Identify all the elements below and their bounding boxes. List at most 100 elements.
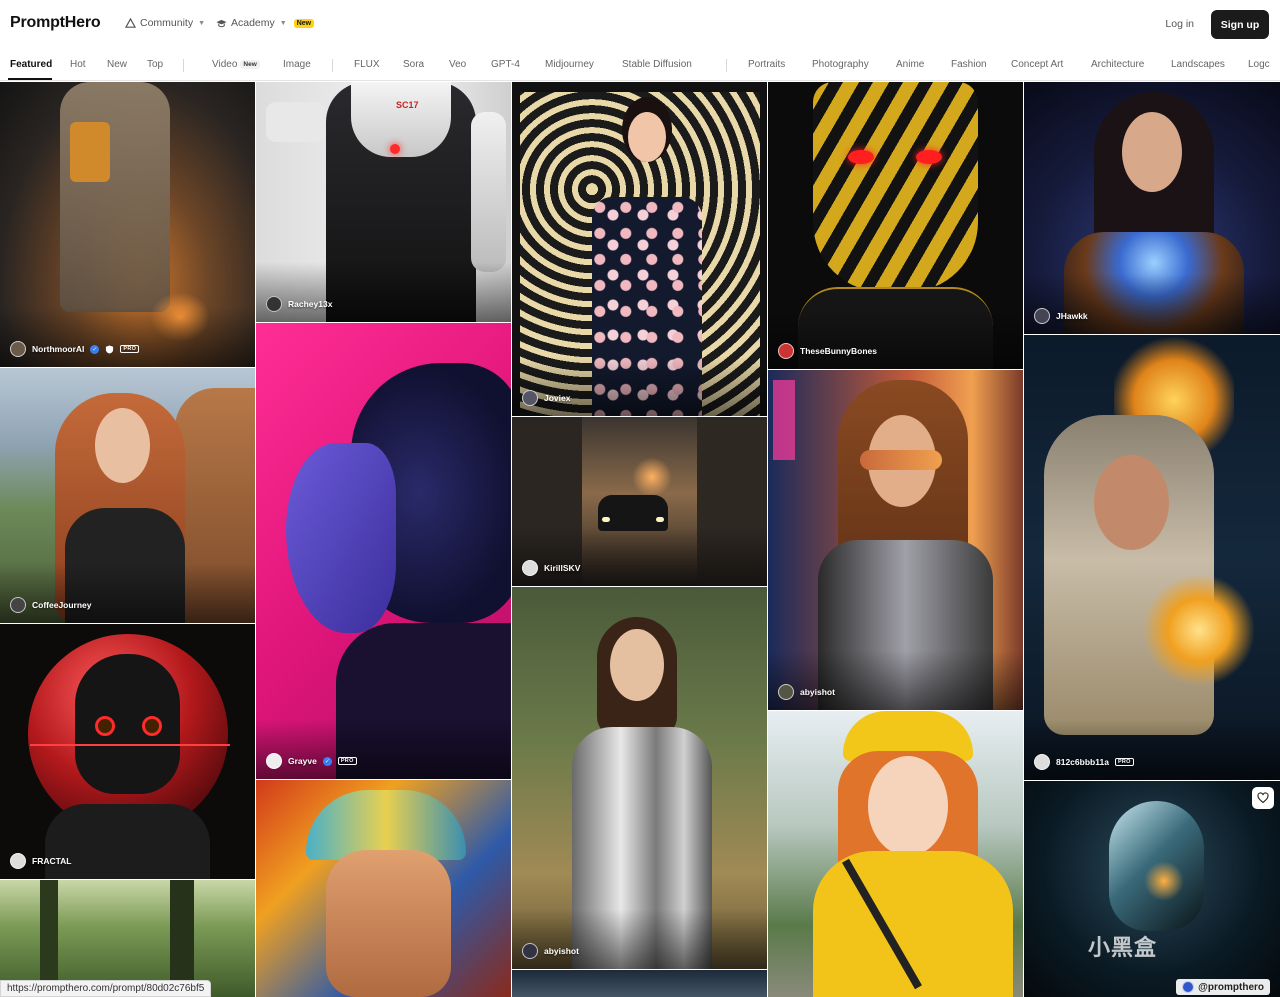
mask-eye-right bbox=[916, 150, 942, 164]
card-shade bbox=[512, 356, 767, 416]
site-logo[interactable]: PromptHero bbox=[10, 14, 101, 32]
tab-veo[interactable]: Veo bbox=[449, 59, 466, 70]
tab-stable-diffusion[interactable]: Stable Diffusion bbox=[622, 59, 692, 70]
image-card-mech[interactable]: NorthmoorAI ✓ PRO bbox=[0, 82, 255, 367]
watermark-text: @prompthero bbox=[1198, 981, 1264, 993]
tab-logos[interactable]: Logc bbox=[1248, 59, 1270, 70]
pro-badge: PRO bbox=[337, 757, 357, 765]
prompthero-watermark: @prompthero bbox=[1176, 979, 1270, 995]
image-card-cyborg[interactable]: SC17 Rachey13x bbox=[256, 82, 511, 322]
headlight bbox=[602, 517, 610, 522]
mech-armor bbox=[70, 122, 110, 182]
image-card-cyberpunk[interactable]: abyishot bbox=[768, 370, 1023, 710]
author-name: KirillSKV bbox=[544, 563, 581, 573]
tab-portraits[interactable]: Portraits bbox=[748, 59, 785, 70]
card-shade bbox=[256, 262, 511, 322]
mask-eye-left bbox=[848, 150, 874, 164]
tab-anime[interactable]: Anime bbox=[896, 59, 924, 70]
avatar bbox=[1034, 308, 1050, 324]
avatar bbox=[10, 597, 26, 613]
tab-featured[interactable]: Featured bbox=[10, 59, 52, 70]
tab-hot[interactable]: Hot bbox=[70, 59, 86, 70]
mech-figure bbox=[60, 82, 170, 312]
avatar bbox=[522, 943, 538, 959]
laser-line bbox=[30, 744, 230, 746]
signup-button[interactable]: Sign up bbox=[1211, 10, 1269, 39]
card-shade bbox=[768, 309, 1023, 369]
card-author[interactable]: abyishot bbox=[778, 684, 835, 700]
card-author[interactable]: abyishot bbox=[522, 943, 579, 959]
avatar bbox=[778, 343, 794, 359]
card-author[interactable]: KirillSKV bbox=[522, 560, 580, 576]
image-card-profile[interactable]: Grayve ✓ PRO bbox=[256, 323, 511, 779]
tab-sora[interactable]: Sora bbox=[403, 59, 424, 70]
image-card-mask[interactable]: TheseBunnyBones bbox=[768, 82, 1023, 369]
image-card-wizard[interactable]: 812c6bbb11a PRO bbox=[1024, 335, 1280, 780]
sunset-glow bbox=[632, 457, 672, 497]
tab-image[interactable]: Image bbox=[283, 59, 311, 70]
gold-mask bbox=[813, 82, 978, 292]
author-name: JHawkk bbox=[1056, 311, 1088, 321]
face bbox=[610, 629, 664, 701]
heart-icon bbox=[1257, 792, 1269, 804]
avatar bbox=[266, 296, 282, 312]
card-author[interactable]: NorthmoorAI ✓ PRO bbox=[10, 341, 140, 357]
tab-midjourney[interactable]: Midjourney bbox=[545, 59, 594, 70]
tab-architecture[interactable]: Architecture bbox=[1091, 59, 1144, 70]
tab-video[interactable]: Video New bbox=[212, 59, 260, 70]
tab-fashion[interactable]: Fashion bbox=[951, 59, 987, 70]
robot-head bbox=[75, 654, 180, 794]
image-card-painting[interactable] bbox=[256, 780, 511, 997]
card-shade bbox=[768, 650, 1023, 710]
image-card-car[interactable]: KirillSKV bbox=[512, 417, 767, 586]
image-card-knight[interactable]: abyishot bbox=[512, 587, 767, 969]
painted-face bbox=[326, 850, 451, 997]
tab-photography[interactable]: Photography bbox=[812, 59, 869, 70]
card-author[interactable]: FRACTAL bbox=[10, 853, 72, 869]
image-card-sorceress[interactable]: JHawkk bbox=[1024, 82, 1280, 334]
right-arm bbox=[471, 112, 506, 272]
card-author[interactable]: CoffeeJourney bbox=[10, 597, 92, 613]
tab-new[interactable]: New bbox=[107, 59, 127, 70]
avatar bbox=[522, 560, 538, 576]
tab-video-label: Video bbox=[212, 59, 238, 70]
card-shade bbox=[256, 719, 511, 779]
avatar bbox=[522, 390, 538, 406]
tab-gpt4[interactable]: GPT-4 bbox=[491, 59, 520, 70]
chest-light bbox=[390, 144, 400, 154]
card-author[interactable]: JHawkk bbox=[1034, 308, 1088, 324]
author-name: CoffeeJourney bbox=[32, 600, 92, 610]
tab-landscapes[interactable]: Landscapes bbox=[1171, 59, 1225, 70]
avatar bbox=[266, 753, 282, 769]
image-card-robot[interactable]: FRACTAL bbox=[0, 624, 255, 879]
card-author[interactable]: Rachey13x bbox=[266, 296, 332, 312]
card-shade bbox=[1024, 720, 1280, 780]
spark-glow bbox=[1144, 861, 1184, 901]
card-shade bbox=[0, 307, 255, 367]
graduation-cap-icon bbox=[216, 19, 227, 27]
image-card-alien[interactable] bbox=[1024, 781, 1280, 997]
image-card-dress[interactable]: Joviex bbox=[512, 82, 767, 416]
card-author[interactable]: TheseBunnyBones bbox=[778, 343, 877, 359]
login-link[interactable]: Log in bbox=[1165, 18, 1194, 30]
academy-menu[interactable]: Academy ▼ New bbox=[216, 17, 315, 29]
pro-badge: PRO bbox=[120, 345, 140, 353]
image-card-redhead[interactable]: CoffeeJourney bbox=[0, 368, 255, 623]
community-menu[interactable]: Community ▼ bbox=[125, 17, 205, 29]
academy-new-badge: New bbox=[293, 18, 315, 28]
favorite-button[interactable] bbox=[1252, 787, 1274, 809]
neon-sign bbox=[773, 380, 795, 460]
robot-eye-left bbox=[95, 716, 115, 736]
face-figure bbox=[95, 408, 150, 483]
image-card-yellow-cap[interactable] bbox=[768, 711, 1023, 997]
tab-concept-art[interactable]: Concept Art bbox=[1011, 59, 1063, 70]
image-card-partial[interactable] bbox=[512, 970, 767, 997]
tab-top[interactable]: Top bbox=[147, 59, 163, 70]
card-author[interactable]: Grayve ✓ PRO bbox=[266, 753, 357, 769]
card-author[interactable]: 812c6bbb11a PRO bbox=[1034, 754, 1134, 770]
tab-flux[interactable]: FLUX bbox=[354, 59, 380, 70]
headlight bbox=[656, 517, 664, 522]
nav-divider bbox=[726, 59, 727, 72]
status-bar-url: https://prompthero.com/prompt/80d02c76bf… bbox=[0, 980, 212, 997]
card-author[interactable]: Joviex bbox=[522, 390, 570, 406]
